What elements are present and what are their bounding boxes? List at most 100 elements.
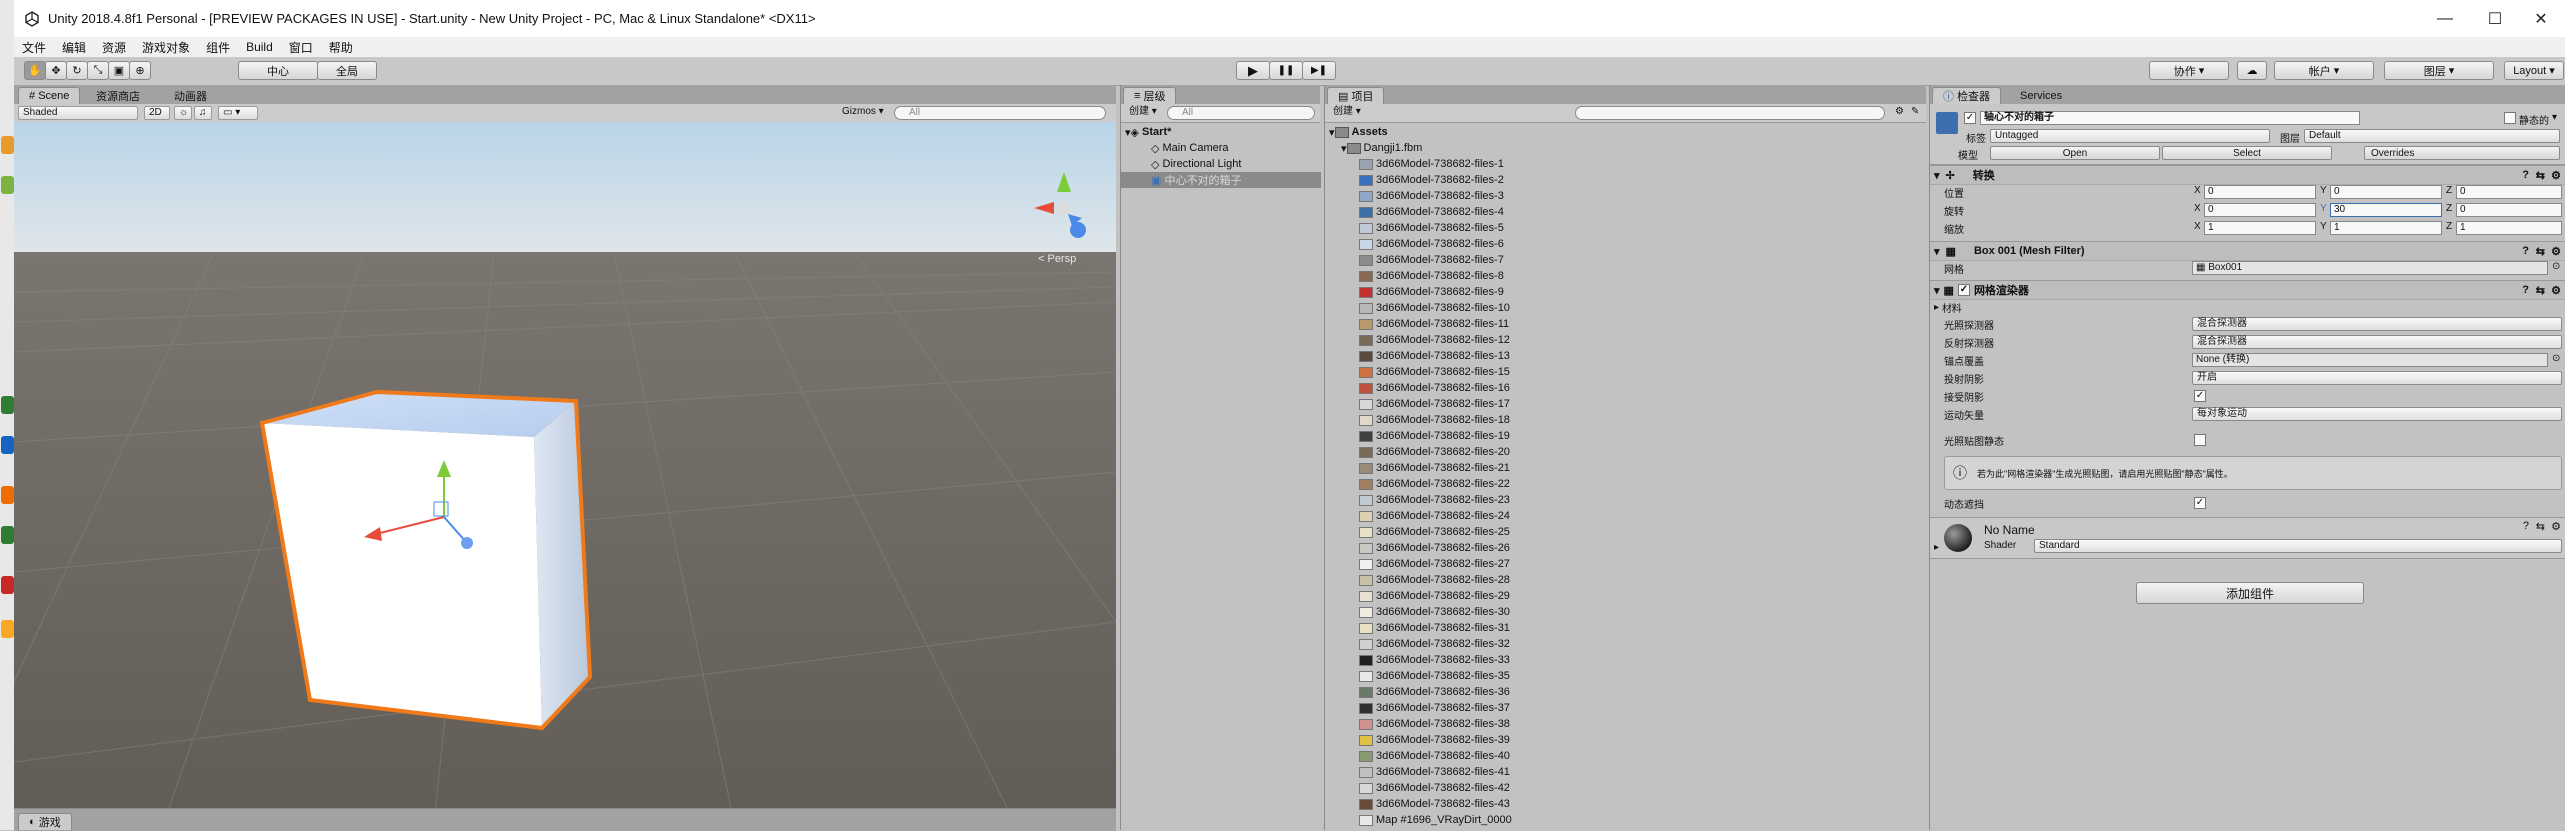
static-checkbox[interactable] bbox=[2504, 112, 2516, 124]
project-file-item[interactable]: 3d66Model-738682-files-9 bbox=[1359, 284, 1504, 300]
tab-animator[interactable]: 动画器 bbox=[164, 87, 217, 104]
app-icon[interactable] bbox=[1, 436, 14, 454]
transform-tool-button[interactable]: ⊕ bbox=[129, 61, 151, 80]
menu-window[interactable]: 窗口 bbox=[281, 39, 321, 56]
project-file-item[interactable]: 3d66Model-738682-files-31 bbox=[1359, 620, 1510, 636]
project-file-item[interactable]: 3d66Model-738682-files-22 bbox=[1359, 476, 1510, 492]
tab-game[interactable]: ◐ 游戏 bbox=[18, 813, 72, 830]
cast-shadows-dropdown[interactable]: 开启 bbox=[2192, 371, 2562, 385]
project-file-item[interactable]: 3d66Model-738682-files-27 bbox=[1359, 556, 1510, 572]
hierarchy-item-main-camera[interactable]: ◇ Main Camera bbox=[1151, 140, 1229, 156]
app-icon[interactable] bbox=[1, 486, 14, 504]
rect-tool-button[interactable]: ▣ bbox=[108, 61, 130, 80]
project-file-item[interactable]: 3d66Model-738682-files-13 bbox=[1359, 348, 1510, 364]
project-file-item[interactable]: 3d66Model-738682-files-8 bbox=[1359, 268, 1504, 284]
project-file-item[interactable]: 3d66Model-738682-files-20 bbox=[1359, 444, 1510, 460]
shader-dropdown[interactable]: Standard bbox=[2034, 539, 2562, 553]
preset-icon[interactable]: ⇆ bbox=[2536, 169, 2545, 182]
pivot-toggle[interactable]: 中心 bbox=[238, 61, 318, 80]
scale-y-field[interactable]: 1 bbox=[2330, 221, 2442, 235]
settings-gear-icon[interactable]: ⚙ bbox=[2551, 245, 2561, 258]
settings-gear-icon[interactable]: ⚙ bbox=[2551, 520, 2561, 533]
rotation-z-field[interactable]: 0 bbox=[2456, 203, 2562, 217]
lightmap-static-checkbox[interactable] bbox=[2194, 434, 2206, 446]
minimize-button[interactable]: — bbox=[2420, 0, 2470, 37]
project-create-dropdown[interactable]: 创建 ▾ bbox=[1329, 106, 1369, 120]
project-file-item[interactable]: 3d66Model-738682-files-25 bbox=[1359, 524, 1510, 540]
collab-button[interactable]: 协作 ▾ bbox=[2149, 61, 2229, 80]
play-button[interactable]: ▶ bbox=[1236, 61, 1270, 80]
project-file-item[interactable]: 3d66Model-738682-files-30 bbox=[1359, 604, 1510, 620]
add-component-button[interactable]: 添加组件 bbox=[2136, 582, 2364, 604]
step-button[interactable]: ▶❚ bbox=[1302, 61, 1336, 80]
app-icon[interactable] bbox=[1, 526, 14, 544]
rotation-y-field[interactable]: 30 bbox=[2330, 203, 2442, 217]
layer-dropdown[interactable]: Default bbox=[2304, 129, 2560, 143]
effects-dropdown[interactable]: ▭ ▾ bbox=[218, 106, 258, 120]
project-file-item[interactable]: 3d66Model-738682-files-41 bbox=[1359, 764, 1510, 780]
mesh-renderer-enabled-checkbox[interactable]: ✓ bbox=[1957, 284, 1970, 296]
motion-vectors-dropdown[interactable]: 每对象运动 bbox=[2192, 407, 2562, 421]
open-prefab-button[interactable]: Open bbox=[1990, 146, 2160, 160]
project-file-item[interactable]: 3d66Model-738682-files-40 bbox=[1359, 748, 1510, 764]
project-file-item[interactable]: 3d66Model-738682-files-36 bbox=[1359, 684, 1510, 700]
app-icon[interactable] bbox=[1, 396, 14, 414]
tab-services[interactable]: Services bbox=[2010, 87, 2072, 104]
global-toggle[interactable]: 全局 bbox=[317, 61, 377, 80]
scale-tool-button[interactable]: ⤡ bbox=[87, 61, 109, 80]
scene-viewport[interactable]: < Persp bbox=[14, 122, 1116, 822]
project-file-item[interactable]: 3d66Model-738682-files-12 bbox=[1359, 332, 1510, 348]
project-file-item[interactable]: 3d66Model-738682-files-39 bbox=[1359, 732, 1510, 748]
app-icon[interactable] bbox=[1, 176, 14, 194]
project-file-item[interactable]: 3d66Model-738682-files-10 bbox=[1359, 300, 1510, 316]
rotation-x-field[interactable]: 0 bbox=[2204, 203, 2316, 217]
project-file-item[interactable]: 3d66Model-738682-files-32 bbox=[1359, 636, 1510, 652]
position-y-field[interactable]: 0 bbox=[2330, 185, 2442, 199]
tab-hierarchy[interactable]: ≡ 层级 bbox=[1123, 87, 1177, 104]
project-file-item[interactable]: 3d66Model-738682-files-42 bbox=[1359, 780, 1510, 796]
menu-file[interactable]: 文件 bbox=[14, 39, 54, 56]
shading-mode-dropdown[interactable]: Shaded bbox=[18, 106, 138, 120]
mesh-renderer-header[interactable]: ▾ ▦ ✓ 网格渲染器 ? ⇆ ⚙ bbox=[1930, 280, 2565, 300]
reflection-probes-dropdown[interactable]: 混合探测器 bbox=[2192, 335, 2562, 349]
project-file-item[interactable]: 3d66Model-738682-files-37 bbox=[1359, 700, 1510, 716]
project-fbm-folder[interactable]: ▾ Dangji1.fbm bbox=[1341, 140, 1422, 156]
materials-foldout[interactable]: ▸ 材料 bbox=[1934, 299, 1962, 315]
project-file-item[interactable]: 3d66Model-738682-files-1 bbox=[1359, 156, 1504, 172]
project-file-item[interactable]: 3d66Model-738682-files-21 bbox=[1359, 460, 1510, 476]
move-tool-button[interactable]: ✥ bbox=[45, 61, 67, 80]
settings-gear-icon[interactable]: ⚙ bbox=[2551, 169, 2561, 182]
gizmos-dropdown[interactable]: Gizmos ▾ bbox=[838, 106, 898, 120]
position-z-field[interactable]: 0 bbox=[2456, 185, 2562, 199]
project-file-item[interactable]: 3d66Model-738682-files-7 bbox=[1359, 252, 1504, 268]
project-file-item[interactable]: 3d66Model-738682-files-43 bbox=[1359, 796, 1510, 812]
audio-toggle[interactable]: ♫ bbox=[194, 106, 212, 120]
receive-shadows-checkbox[interactable]: ✓ bbox=[2194, 390, 2206, 402]
selected-cube[interactable] bbox=[259, 389, 593, 731]
close-button[interactable]: ✕ bbox=[2516, 0, 2565, 37]
object-name-field[interactable]: 轴心不对的箱子 bbox=[1980, 111, 2360, 125]
object-picker-icon[interactable]: ⊙ bbox=[2552, 261, 2560, 272]
tab-project[interactable]: ▤ 项目 bbox=[1327, 87, 1385, 104]
lighting-toggle[interactable]: ☼ bbox=[174, 106, 192, 120]
position-x-field[interactable]: 0 bbox=[2204, 185, 2316, 199]
tag-dropdown[interactable]: Untagged bbox=[1990, 129, 2270, 143]
preset-icon[interactable]: ⇆ bbox=[2536, 520, 2545, 533]
project-file-item[interactable]: 3d66Model-738682-files-33 bbox=[1359, 652, 1510, 668]
foldout-arrow-icon[interactable]: ▸ bbox=[1934, 542, 1939, 553]
project-file-item[interactable]: 3d66Model-738682-files-16 bbox=[1359, 380, 1510, 396]
tab-asset-store[interactable]: 资源商店 bbox=[86, 87, 150, 104]
help-icon[interactable]: ? bbox=[2522, 284, 2529, 296]
hierarchy-item-directional-light[interactable]: ◇ Directional Light bbox=[1151, 156, 1241, 172]
menu-gameobject[interactable]: 游戏对象 bbox=[134, 39, 198, 56]
persp-label[interactable]: < Persp bbox=[1038, 253, 1076, 265]
menu-assets[interactable]: 资源 bbox=[94, 39, 134, 56]
mesh-filter-header[interactable]: ▾ ▦ Box 001 (Mesh Filter) ? ⇆ ⚙ bbox=[1930, 241, 2565, 261]
project-file-item[interactable]: 3d66Model-738682-files-11 bbox=[1359, 316, 1509, 332]
mode-2d-toggle[interactable]: 2D bbox=[144, 106, 170, 120]
scale-z-field[interactable]: 1 bbox=[2456, 221, 2562, 235]
layers-dropdown[interactable]: 图层 ▾ bbox=[2384, 61, 2494, 80]
pause-button[interactable]: ❚❚ bbox=[1269, 61, 1303, 80]
help-icon[interactable]: ? bbox=[2522, 169, 2529, 181]
project-file-item[interactable]: 3d66Model-738682-files-23 bbox=[1359, 492, 1510, 508]
